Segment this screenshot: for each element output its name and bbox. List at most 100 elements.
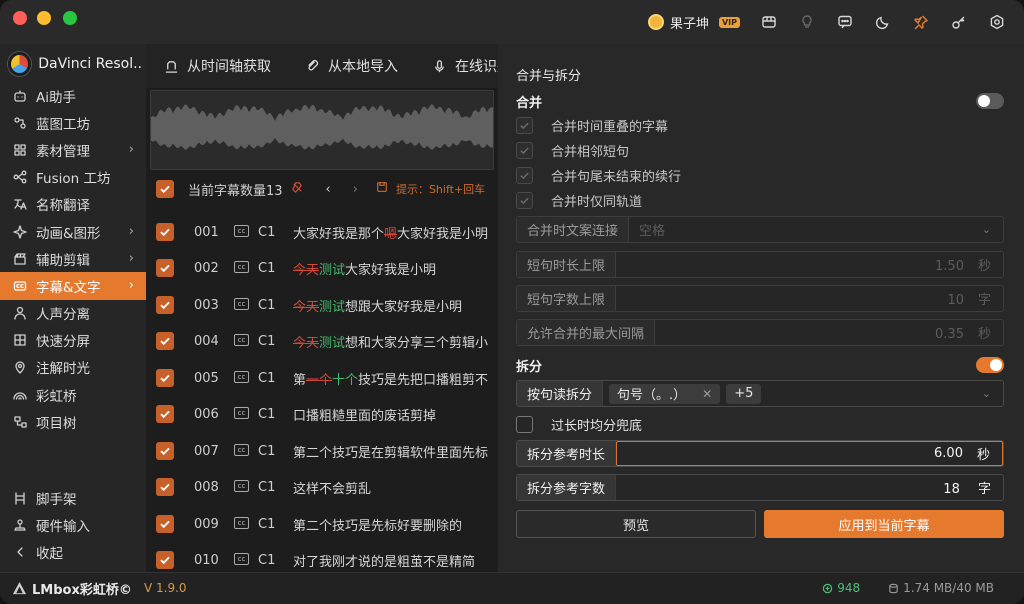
subtitle-text[interactable]: 今天测试大家好我是小明 [293,259,436,278]
merge-option[interactable]: 合并句尾未结束的续行 [516,165,681,185]
sidebar-item-rainbow[interactable]: 彩虹桥 [0,381,146,408]
field-value[interactable]: 0.35 秒 [655,323,1003,342]
app-selector[interactable]: DaVinci Resol... [8,52,142,76]
sidebar-item-collapse[interactable]: 收起 [0,538,146,565]
subtitle-text[interactable]: 今天测试想和大家分享三个剪辑小 [293,332,488,351]
merge-option[interactable]: 合并相邻短句 [516,140,629,160]
sidebar-item-robot[interactable]: Ai助手 [0,82,146,109]
unit-label: 字 [977,293,991,308]
preview-button[interactable]: 预览 [516,510,756,538]
sidebar-item-scaffold[interactable]: 脚手架 [0,484,146,511]
close-window-button[interactable] [13,11,27,25]
bulb-icon[interactable] [798,13,816,31]
maximize-window-button[interactable] [63,11,77,25]
split-mode-select[interactable]: 按句读拆分 句号（。.） ✕ +5 ⌄ [516,380,1004,407]
sidebar-item-person[interactable]: 人声分离 [0,300,146,327]
subtitle-text[interactable]: 今天测试想跟大家好我是小明 [293,296,462,315]
select-all-checkbox[interactable] [156,180,174,198]
user-profile[interactable]: 果子坤 VIP [647,13,740,32]
moon-icon[interactable] [874,13,892,31]
sidebar-item-tree[interactable]: 项目树 [0,408,146,435]
row-checkbox[interactable] [156,442,174,460]
pin-location-icon [12,360,27,375]
row-checkbox[interactable] [156,369,174,387]
close-icon[interactable]: ✕ [702,387,712,401]
row-checkbox[interactable] [156,551,174,569]
subtitle-row[interactable]: 009 cc C1 第二个技巧是先标好要删除的 [146,510,498,538]
subtitle-row[interactable]: 005 cc C1 第一个十个技巧是先把口播粗剪不 [146,364,498,392]
row-checkbox[interactable] [156,332,174,350]
split-toggle[interactable] [976,357,1004,373]
pin-icon[interactable] [912,13,930,31]
subtitle-row[interactable]: 008 cc C1 这样不会剪乱 [146,473,498,501]
merge-field[interactable]: 短句时长上限 1.50 秒 [516,251,1004,278]
row-checkbox[interactable] [156,405,174,423]
merge-toggle[interactable] [976,93,1004,109]
audio-waveform[interactable] [150,90,494,170]
subtitle-row[interactable]: 004 cc C1 今天测试想和大家分享三个剪辑小 [146,327,498,355]
text-segment: 这样不会剪乱 [293,481,372,497]
row-checkbox[interactable] [156,296,174,314]
subtitle-row[interactable]: 002 cc C1 今天测试大家好我是小明 [146,254,498,282]
fallback-option[interactable]: 过长时均分兜底 [516,414,642,434]
sidebar-item-joystick[interactable]: 硬件输入 [0,511,146,538]
message-icon[interactable] [836,13,854,31]
subtitle-text[interactable]: 第一个十个技巧是先把口播粗剪不 [293,369,488,388]
save-icon[interactable] [376,181,388,197]
split-tag[interactable]: 句号（。.） ✕ [609,383,721,404]
field-value[interactable]: 18 字 [616,478,1003,497]
sidebar-item-cc[interactable]: 字幕&文字 › [0,272,146,300]
sidebar-item-split[interactable]: 快速分屏 [0,327,146,354]
subtitle-text[interactable]: 口播粗糙里面的废话剪掉 [293,405,436,424]
subtitle-row[interactable]: 003 cc C1 今天测试想跟大家好我是小明 [146,291,498,319]
subtitle-text[interactable]: 第二个技巧是先标好要删除的 [293,515,462,534]
field-value[interactable]: 6.00 秒 [616,441,1003,466]
sidebar-item-sparkle[interactable]: 动画&图形 › [0,218,146,245]
sidebar-item-translate[interactable]: 名称翻译 [0,191,146,218]
subtitle-text[interactable]: 第二个技巧是在剪辑软件里面先标 [293,442,488,461]
sidebar-item-clapper[interactable]: 辅助剪辑 › [0,245,146,272]
sidebar-item-blueprint[interactable]: 蓝图工坊 [0,109,146,136]
fallback-checkbox[interactable] [516,415,533,433]
prev-icon[interactable]: ‹ [326,182,331,197]
option-checkbox[interactable] [516,141,533,159]
apply-button[interactable]: 应用到当前字幕 [764,510,1004,538]
tab-local-import[interactable]: 从本地导入 [287,44,414,88]
option-checkbox[interactable] [516,166,533,184]
merge-field[interactable]: 允许合并的最大间隔 0.35 秒 [516,319,1004,346]
ref-duration-field[interactable]: 拆分参考时长 6.00 秒 [516,440,1004,467]
subtitle-row[interactable]: 001 cc C1 大家好我是那个嗯大家好我是小明 [146,218,498,246]
field-value[interactable]: 1.50 秒 [616,255,1003,274]
scaffold-icon [12,490,27,505]
settings-icon[interactable] [988,13,1006,31]
option-checkbox[interactable] [516,116,533,134]
row-checkbox[interactable] [156,515,174,533]
field-value[interactable]: 10 字 [616,289,1003,308]
store-icon[interactable] [760,13,778,31]
row-checkbox[interactable] [156,259,174,277]
merge-field[interactable]: 短句字数上限 10 字 [516,285,1004,312]
ref-chars-field[interactable]: 拆分参考字数 18 字 [516,474,1004,501]
merge-option[interactable]: 合并时间重叠的字幕 [516,115,668,135]
subtitle-row[interactable]: 006 cc C1 口播粗糙里面的废话剪掉 [146,400,498,428]
subtitle-text[interactable]: 这样不会剪乱 [293,478,371,497]
minimize-window-button[interactable] [37,11,51,25]
next-icon[interactable]: › [353,182,358,197]
subtitle-text[interactable]: 大家好我是那个嗯大家好我是小明 [293,223,488,242]
key-icon[interactable] [950,13,968,31]
merge-joiner-select[interactable]: 合并时文案连接 空格 ⌄ [516,216,1004,243]
option-checkbox[interactable] [516,191,533,209]
sidebar-item-pin-location[interactable]: 注解时光 [0,354,146,381]
tab-from-timeline[interactable]: 从时间轴获取 [146,44,287,88]
sidebar-item-nodes[interactable]: Fusion 工坊 [0,164,146,191]
subtitle-row[interactable]: 010 cc C1 对了我刚才说的是粗茧不是精简 [146,546,498,574]
clean-icon[interactable] [291,181,304,198]
subtitle-row[interactable]: 007 cc C1 第二个技巧是在剪辑软件里面先标 [146,437,498,465]
sidebar-item-grid[interactable]: 素材管理 › [0,136,146,163]
deleted-text: 今天 [293,262,320,278]
row-checkbox[interactable] [156,223,174,241]
merge-option[interactable]: 合并时仅同轨道 [516,190,642,210]
row-checkbox[interactable] [156,478,174,496]
more-tags-badge[interactable]: +5 [726,383,762,404]
subtitle-text[interactable]: 对了我刚才说的是粗茧不是精简 [293,551,475,570]
